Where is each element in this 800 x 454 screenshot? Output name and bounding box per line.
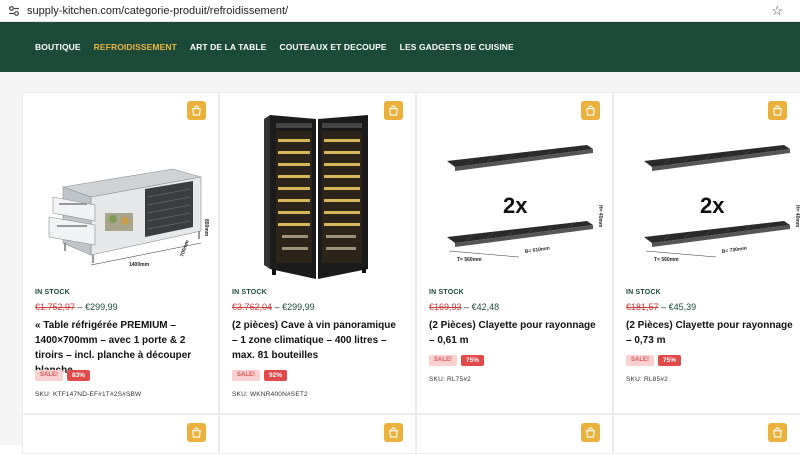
- sale-badge: SALE!: [626, 355, 654, 366]
- price: €169,93 – €42,48: [429, 302, 499, 312]
- discount-badge: 92%: [264, 370, 288, 381]
- stock-status: IN STOCK: [35, 289, 70, 296]
- old-price: €3.762,04: [232, 302, 273, 312]
- shopping-bag-icon: [586, 427, 595, 438]
- product-image-shelf[interactable]: 2x T= 560mm B= 730mm H= 40mm: [624, 109, 800, 279]
- shopping-bag-icon: [773, 427, 782, 438]
- product-card[interactable]: [613, 414, 800, 454]
- shopping-bag-icon: [192, 427, 201, 438]
- nav-item-refroidissement[interactable]: REFROIDISSEMENT: [94, 42, 177, 52]
- price-separator: –: [461, 302, 472, 312]
- price-separator: –: [272, 302, 283, 312]
- stock-status: IN STOCK: [429, 289, 464, 296]
- main-nav: BOUTIQUE REFROIDISSEMENT ART DE LA TABLE…: [0, 22, 800, 72]
- price-separator: –: [658, 302, 669, 312]
- add-to-cart-button[interactable]: [768, 423, 787, 442]
- dim-h-label: H= 40mm: [597, 205, 603, 228]
- new-price: €45,39: [668, 302, 697, 312]
- badges: SALE! 83%: [35, 370, 91, 381]
- dim-height-label: 850mm: [203, 219, 209, 237]
- dim-b-label: B= 610mm: [524, 245, 550, 255]
- product-card[interactable]: 2x T= 560mm B= 730mm H= 40mm IN STOCK €1…: [613, 92, 800, 414]
- badges: SALE! 92%: [232, 370, 288, 381]
- dim-t-label: T= 560mm: [654, 257, 679, 263]
- new-price: €299,99: [282, 302, 315, 312]
- url-text[interactable]: supply-kitchen.com/categorie-produit/ref…: [27, 5, 288, 17]
- product-image-shelf[interactable]: 2x T= 560mm B= 610mm H= 40mm: [427, 109, 603, 279]
- price: €181,57 – €45,39: [626, 302, 696, 312]
- product-card[interactable]: [22, 414, 219, 454]
- sku: SKU: RL75#2: [429, 376, 471, 383]
- discount-badge: 83%: [67, 370, 91, 381]
- new-price: €299,99: [85, 302, 118, 312]
- shopping-bag-icon: [389, 427, 398, 438]
- sale-badge: SALE!: [429, 355, 457, 366]
- product-grid: 1400mm 700mm 850mm IN STOCK €1.752,97 – …: [0, 72, 800, 454]
- new-price: €42,48: [471, 302, 500, 312]
- add-to-cart-button[interactable]: [581, 423, 600, 442]
- stock-status: IN STOCK: [232, 289, 267, 296]
- product-card[interactable]: 2x T= 560mm B= 610mm H= 40mm IN STOCK €1…: [416, 92, 613, 414]
- sku: SKU: RL85#2: [626, 376, 668, 383]
- product-card[interactable]: [416, 414, 613, 454]
- old-price: €1.752,97: [35, 302, 76, 312]
- product-card[interactable]: [219, 414, 416, 454]
- nav-item-boutique[interactable]: BOUTIQUE: [35, 42, 81, 52]
- product-image-wine-cabinet[interactable]: [230, 109, 405, 279]
- dim-width-label: 1400mm: [129, 262, 150, 268]
- discount-badge: 75%: [461, 355, 485, 366]
- sale-badge: SALE!: [232, 370, 260, 381]
- dim-h-label: H= 40mm: [794, 205, 800, 228]
- old-price: €181,57: [626, 302, 659, 312]
- product-card[interactable]: IN STOCK €3.762,04 – €299,99 (2 pièces) …: [219, 92, 416, 414]
- star-icon[interactable]: ☆: [771, 3, 783, 19]
- price: €3.762,04 – €299,99: [232, 302, 315, 312]
- badges: SALE! 75%: [429, 355, 485, 366]
- sku: SKU: KTF147ND-EF#1T#2S#SBW: [35, 391, 142, 398]
- stock-status: IN STOCK: [626, 289, 661, 296]
- discount-badge: 75%: [658, 355, 682, 366]
- nav-item-couteaux-et-decoupe[interactable]: COUTEAUX ET DECOUPE: [279, 42, 386, 52]
- tune-icon[interactable]: [7, 4, 21, 18]
- sale-badge: SALE!: [35, 370, 63, 381]
- quantity-label: 2x: [700, 193, 725, 218]
- nav-item-art-de-la-table[interactable]: ART DE LA TABLE: [190, 42, 267, 52]
- old-price: €169,93: [429, 302, 462, 312]
- product-card[interactable]: 1400mm 700mm 850mm IN STOCK €1.752,97 – …: [22, 92, 219, 414]
- add-to-cart-button[interactable]: [384, 423, 403, 442]
- product-title[interactable]: (2 Pièces) Clayette pour rayonnage – 0,7…: [626, 318, 798, 348]
- dim-t-label: T= 560mm: [457, 257, 482, 263]
- product-title[interactable]: (2 pièces) Cave à vin panoramique – 1 zo…: [232, 318, 404, 363]
- price: €1.752,97 – €299,99: [35, 302, 118, 312]
- nav-item-gadgets-de-cuisine[interactable]: LES GADGETS DE CUISINE: [400, 42, 514, 52]
- price-separator: –: [75, 302, 86, 312]
- product-title[interactable]: (2 Pièces) Clayette pour rayonnage – 0,6…: [429, 318, 601, 348]
- sku: SKU: WKNR400N#SET2: [232, 391, 308, 398]
- product-title[interactable]: « Table réfrigérée PREMIUM – 1400×700mm …: [35, 318, 207, 378]
- add-to-cart-button[interactable]: [187, 423, 206, 442]
- quantity-label: 2x: [503, 193, 528, 218]
- dim-b-label: B= 730mm: [721, 245, 747, 255]
- product-image-refrigerated-table[interactable]: 1400mm 700mm 850mm: [33, 109, 209, 279]
- badges: SALE! 75%: [626, 355, 682, 366]
- dim-depth-label: 700mm: [179, 239, 191, 258]
- browser-address-bar: supply-kitchen.com/categorie-produit/ref…: [0, 0, 800, 22]
